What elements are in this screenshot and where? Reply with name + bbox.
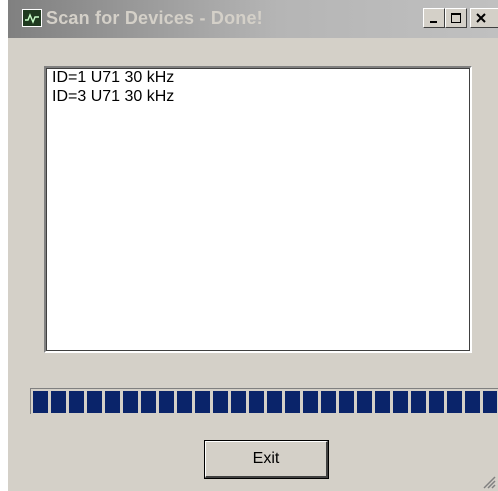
exit-button[interactable]: Exit	[204, 440, 329, 479]
maximize-button[interactable]	[445, 8, 467, 28]
device-list[interactable]: ID=1 U71 30 kHz ID=3 U71 30 kHz	[44, 66, 472, 353]
scan-dialog-window: Scan for Devices - Done! ID=1 U71 30 kHz…	[7, 0, 498, 491]
minimize-button[interactable]	[423, 8, 445, 28]
minimize-icon	[430, 21, 437, 23]
close-icon	[476, 13, 486, 23]
list-item[interactable]: ID=1 U71 30 kHz	[52, 69, 174, 87]
close-button[interactable]	[470, 8, 498, 28]
progress-fill	[33, 391, 497, 413]
oscilloscope-icon	[22, 9, 42, 27]
scan-progress-bar	[30, 388, 498, 414]
resize-grip-icon[interactable]	[480, 473, 496, 489]
list-item[interactable]: ID=3 U71 30 kHz	[52, 88, 174, 106]
title-bar[interactable]: Scan for Devices - Done!	[8, 0, 498, 38]
maximize-icon	[451, 13, 461, 23]
window-title: Scan for Devices - Done!	[46, 8, 263, 28]
